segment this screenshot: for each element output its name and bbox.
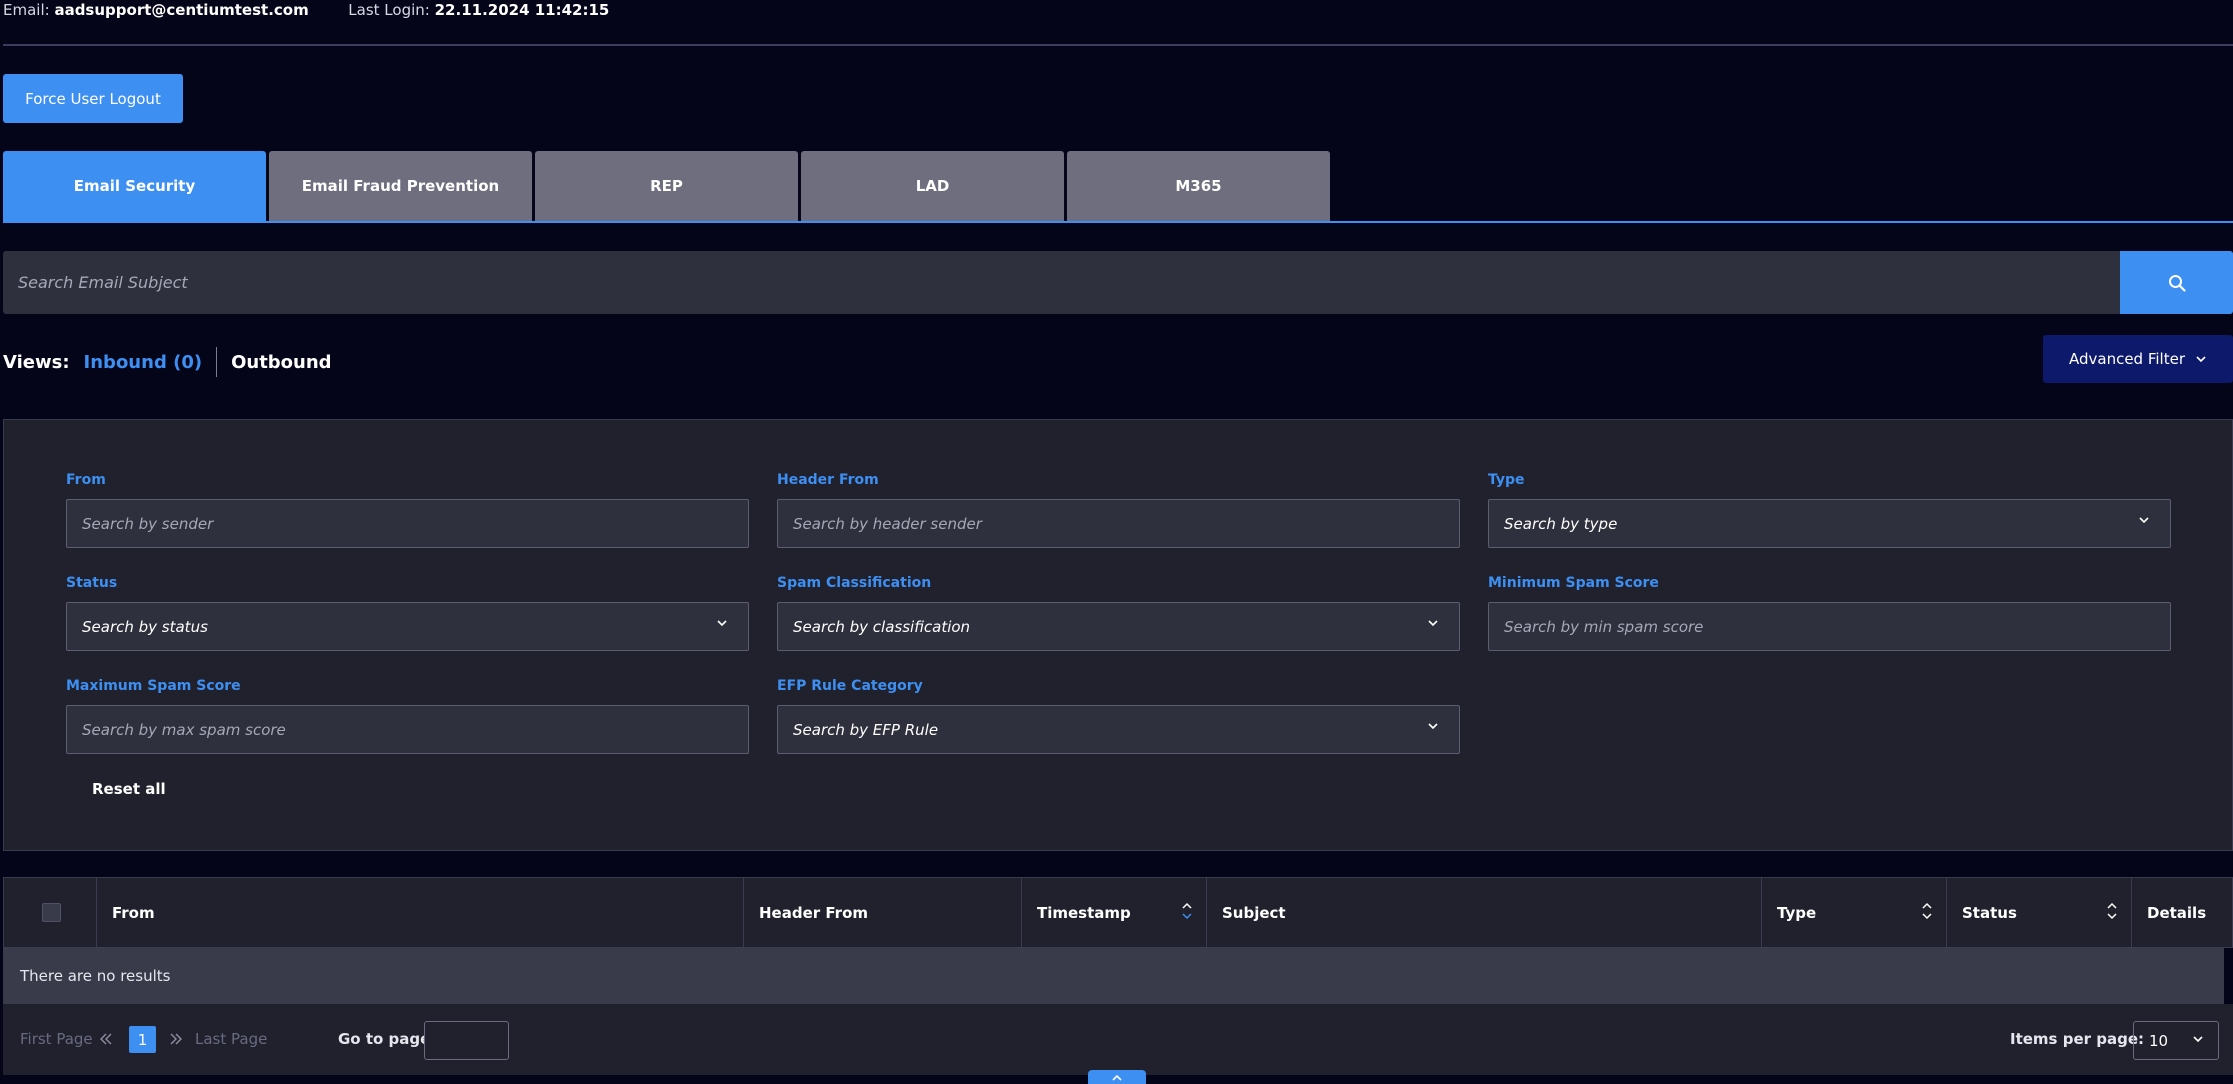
column-status[interactable]: Status xyxy=(1946,878,2131,947)
column-details: Details xyxy=(2131,878,2232,947)
min-spam-score-label: Minimum Spam Score xyxy=(1488,575,1659,591)
column-type-label: Type xyxy=(1777,903,1817,922)
type-select-value: Search by type xyxy=(1504,514,1618,533)
tab-email-fraud-prevention[interactable]: Email Fraud Prevention xyxy=(269,151,532,221)
empty-results-row: There are no results xyxy=(3,948,2224,1004)
view-inbound-link[interactable]: Inbound (0) xyxy=(84,352,203,373)
first-page-link[interactable]: First Page xyxy=(20,1030,93,1048)
view-outbound-link[interactable]: Outbound xyxy=(231,352,332,373)
items-per-page-label: Items per page: xyxy=(2010,1030,2145,1048)
views-switcher: Views: Inbound (0) Outbound xyxy=(3,347,332,377)
select-all-checkbox[interactable] xyxy=(42,903,61,922)
from-label: From xyxy=(66,472,106,488)
chevron-down-icon xyxy=(2196,356,2206,363)
advanced-filter-label: Advanced Filter xyxy=(2068,350,2185,368)
column-type[interactable]: Type xyxy=(1761,878,1946,947)
chevron-down-icon xyxy=(717,620,727,627)
efp-rule-category-label: EFP Rule Category xyxy=(777,678,923,694)
search-subject-input[interactable] xyxy=(3,251,2120,314)
pagination-bar: First Page 1 Last Page Go to page: Items… xyxy=(3,1004,2233,1075)
email-value: aadsupport@centiumtest.com xyxy=(54,1,309,19)
subject-search-bar xyxy=(3,251,2233,314)
items-per-page-value: 10 xyxy=(2149,1031,2169,1050)
tab-m365[interactable]: M365 xyxy=(1067,151,1330,221)
items-per-page-select[interactable]: 10 xyxy=(2133,1021,2219,1060)
views-label: Views: xyxy=(3,351,70,373)
sort-icon xyxy=(2107,902,2117,920)
search-button[interactable] xyxy=(2120,251,2233,314)
advanced-filter-panel: From Search by sender Header From Search… xyxy=(3,419,2233,851)
tab-underline xyxy=(3,221,2233,223)
spam-classification-select[interactable]: Search by classification xyxy=(777,602,1460,651)
select-all-cell xyxy=(4,878,96,947)
header-divider xyxy=(3,44,2233,46)
chevron-down-icon xyxy=(1428,723,1438,730)
column-timestamp-label: Timestamp xyxy=(1037,903,1131,922)
go-to-page-input[interactable] xyxy=(424,1021,509,1060)
status-select-value: Search by status xyxy=(82,617,208,636)
chevron-up-icon xyxy=(1112,1074,1122,1081)
chevron-down-icon xyxy=(2193,1036,2203,1043)
tab-email-security[interactable]: Email Security xyxy=(3,151,266,221)
max-spam-score-input[interactable]: Search by max spam score xyxy=(66,705,749,754)
column-timestamp[interactable]: Timestamp xyxy=(1021,878,1206,947)
sort-icon xyxy=(1182,902,1192,920)
column-header-from[interactable]: Header From xyxy=(743,878,1021,947)
max-spam-score-label: Maximum Spam Score xyxy=(66,678,241,694)
tab-lad[interactable]: LAD xyxy=(801,151,1064,221)
header-from-input[interactable]: Search by header sender xyxy=(777,499,1460,548)
spam-classification-label: Spam Classification xyxy=(777,575,932,591)
type-label: Type xyxy=(1488,472,1525,488)
column-subject[interactable]: Subject xyxy=(1206,878,1761,947)
advanced-filter-button[interactable]: Advanced Filter xyxy=(2043,335,2233,383)
status-select[interactable]: Search by status xyxy=(66,602,749,651)
current-page-button[interactable]: 1 xyxy=(129,1026,156,1053)
go-to-page-label: Go to page: xyxy=(338,1030,437,1048)
last-page-link[interactable]: Last Page xyxy=(195,1030,267,1048)
scroll-to-top-button[interactable] xyxy=(1088,1070,1146,1084)
efp-rule-select[interactable]: Search by EFP Rule xyxy=(777,705,1460,754)
views-divider xyxy=(216,347,218,377)
results-table-header: From Header From Timestamp Subject Type … xyxy=(3,877,2233,948)
sort-icon xyxy=(1922,902,1932,920)
type-select[interactable]: Search by type xyxy=(1488,499,2171,548)
min-spam-score-input[interactable]: Search by min spam score xyxy=(1488,602,2171,651)
last-login-label: Last Login: xyxy=(348,1,430,19)
column-from[interactable]: From xyxy=(96,878,743,947)
last-login-value: 22.11.2024 11:42:15 xyxy=(434,1,610,19)
search-icon xyxy=(2168,274,2186,292)
status-label: Status xyxy=(66,575,118,591)
from-input[interactable]: Search by sender xyxy=(66,499,749,548)
double-chevron-right-icon[interactable] xyxy=(169,1032,183,1046)
email-label: Email: xyxy=(3,1,50,19)
reset-all-button[interactable]: Reset all xyxy=(92,780,166,798)
tab-rep[interactable]: REP xyxy=(535,151,798,221)
double-chevron-left-icon[interactable] xyxy=(99,1032,113,1046)
header-from-label: Header From xyxy=(777,472,879,488)
chevron-down-icon xyxy=(1428,620,1438,627)
column-status-label: Status xyxy=(1962,903,2017,922)
spam-classification-value: Search by classification xyxy=(793,617,971,636)
efp-rule-value: Search by EFP Rule xyxy=(793,720,939,739)
force-user-logout-button[interactable]: Force User Logout xyxy=(3,74,183,123)
account-info: Email: aadsupport@centiumtest.com Last L… xyxy=(3,1,609,19)
chevron-down-icon xyxy=(2139,517,2149,524)
